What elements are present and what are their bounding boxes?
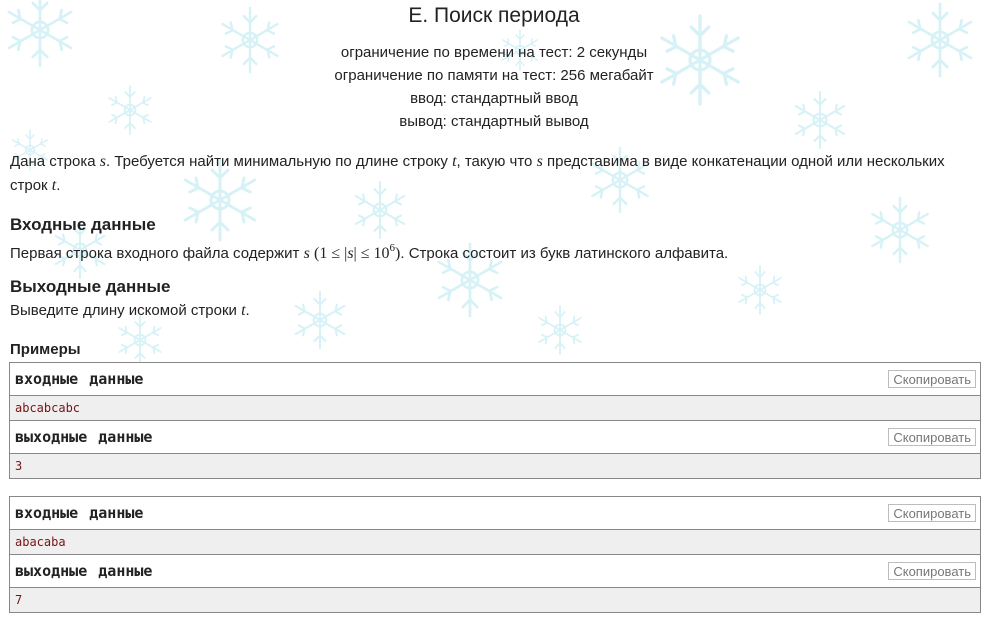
sample-input-header: входные данные Скопировать	[10, 363, 980, 395]
problem-title: E. Поиск периода	[408, 4, 580, 27]
output-section-title: Выходные данные	[10, 277, 171, 296]
sample-output-value: 7	[15, 593, 23, 607]
copy-output-button[interactable]: Скопировать	[888, 562, 976, 580]
output-text: Выведите длину искомой строки	[10, 302, 242, 319]
output-file: вывод: стандартный вывод	[399, 113, 589, 130]
sample-input-box[interactable]: abacaba	[10, 529, 980, 555]
sample-test-2: входные данные Скопировать abacaba выход…	[9, 496, 981, 613]
statement-text: Дана строка	[10, 153, 100, 170]
sample-input-header: входные данные Скопировать	[10, 497, 980, 529]
problem-statement: Дана строка s. Требуется найти минимальн…	[10, 150, 980, 198]
sample-output-box[interactable]: 7	[10, 587, 980, 612]
sample-output-value: 3	[15, 459, 23, 473]
input-file: ввод: стандартный ввод	[410, 90, 578, 107]
output-label: выходные данные	[15, 562, 153, 580]
statement-text: , такую что	[456, 153, 537, 170]
input-label: входные данные	[15, 370, 144, 388]
copy-input-button[interactable]: Скопировать	[888, 370, 976, 388]
copy-input-button[interactable]: Скопировать	[888, 504, 976, 522]
math-open: (1 ≤ |	[314, 245, 348, 262]
sample-output-header: выходные данные Скопировать	[10, 555, 980, 587]
input-text: Первая строка входного файла содержит	[10, 245, 304, 262]
sample-input-value: abcabcabc	[15, 401, 81, 415]
sample-output-header: выходные данные Скопировать	[10, 421, 980, 453]
input-label: входные данные	[15, 504, 144, 522]
sample-output-box[interactable]: 3	[10, 453, 980, 478]
statement-text: . Требуется найти минимальную по длине с…	[106, 153, 453, 170]
input-section-text: Первая строка входного файла содержит s …	[10, 236, 980, 266]
var-s: s	[303, 245, 310, 262]
sample-input-box[interactable]: abcabcabc	[10, 395, 980, 421]
output-text: .	[245, 302, 250, 319]
output-section-text: Выведите длину искомой строки t.	[10, 299, 980, 323]
examples-title: Примеры	[10, 341, 81, 358]
sample-input-value: abacaba	[15, 535, 66, 549]
math-close: | ≤ 10	[353, 245, 390, 262]
statement-text: .	[56, 177, 61, 194]
memory-limit: ограничение по памяти на тест: 256 мегаб…	[334, 67, 654, 84]
sample-test-1: входные данные Скопировать abcabcabc вых…	[9, 362, 981, 479]
copy-output-button[interactable]: Скопировать	[888, 428, 976, 446]
time-limit: ограничение по времени на тест: 2 секунд…	[340, 44, 648, 61]
input-text: . Строка состоит из букв латинского алфа…	[400, 245, 729, 262]
input-section-title: Входные данные	[10, 215, 156, 234]
output-label: выходные данные	[15, 428, 153, 446]
constraint-math: (1 ≤ |s| ≤ 106)	[314, 242, 400, 262]
